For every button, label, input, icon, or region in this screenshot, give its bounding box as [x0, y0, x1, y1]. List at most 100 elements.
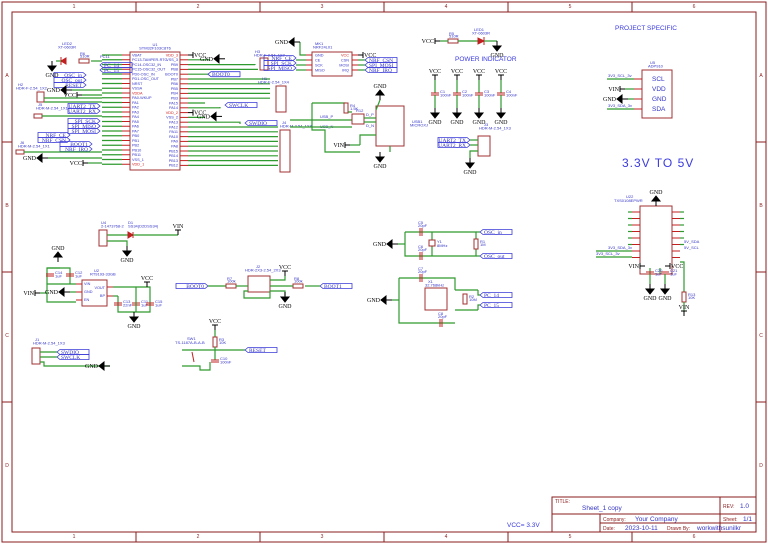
gnd-label: GND	[85, 364, 99, 370]
u5-pin-name: SCL	[652, 76, 665, 83]
power-label: VIN	[679, 305, 690, 311]
ground-icon	[491, 45, 503, 52]
gnd-label: GND	[374, 84, 388, 90]
u1-pin-name: PB4	[171, 92, 178, 96]
u1-pin-name: PB10	[132, 148, 141, 152]
value-label: 100nF	[220, 360, 232, 365]
u1-pin-name: PA15	[169, 101, 178, 105]
wire	[299, 42, 306, 56]
value-label: HDR-M-2.54_1X8	[280, 124, 313, 129]
net-label: UART2_RX	[68, 109, 96, 115]
u1-pin-name: PB15	[169, 149, 178, 153]
u1-pin-name: VSS_2	[166, 116, 178, 120]
gnd-label: GND	[367, 298, 381, 304]
value-label: 100k	[294, 279, 303, 284]
net-label: SWCLK	[61, 355, 80, 361]
ground-icon	[659, 288, 671, 295]
frame-row-label: B	[5, 203, 9, 209]
u1-part: STM32F103C8T6	[139, 46, 172, 51]
usb-connector	[375, 105, 405, 147]
nrf-pin-name: SCK	[315, 64, 323, 68]
value-label: 20pF	[418, 223, 428, 228]
value-label: HDR-M-2.54_1X1	[18, 144, 51, 149]
header-j6	[15, 149, 25, 155]
net-label: 5V_SCL	[684, 245, 700, 250]
rev-label: REV:	[723, 504, 734, 510]
frame-column-label: 1	[73, 534, 76, 540]
power-label: VCC	[495, 69, 507, 75]
ground-icon	[279, 296, 291, 303]
ground-icon	[451, 112, 463, 119]
frame-column-label: 1	[73, 4, 76, 10]
u1-pin-name: PA1	[132, 101, 139, 105]
u1-pin-name: PB11	[132, 153, 141, 157]
value-label: 8MHz	[437, 243, 447, 248]
value-label: 2-1473768-2	[101, 224, 124, 229]
net-label: RESET	[65, 83, 82, 89]
value-label: NRF24L01	[313, 45, 333, 50]
gnd-label: GND	[491, 53, 505, 59]
gnd-label: GND	[121, 258, 135, 264]
ground-icon	[644, 288, 656, 295]
ground-icon	[374, 156, 386, 163]
ground-icon	[213, 53, 220, 64]
wire	[469, 150, 478, 158]
frame-row-label: C	[5, 333, 9, 339]
value-label: TXS0108EPWR	[614, 198, 643, 203]
company-label: Company:	[603, 517, 626, 523]
ground-icon	[58, 286, 65, 298]
value-label: HDR-M-2.54_1X1	[36, 106, 69, 111]
value-label: ADP910	[648, 64, 664, 69]
u1-pin-name: PA12	[169, 125, 178, 129]
power-label: VCC	[141, 276, 153, 282]
ground-icon	[616, 93, 623, 105]
crystal-y1	[428, 239, 436, 247]
ldo-pin-name: VIN	[84, 282, 91, 286]
u1-pin-name: PB1	[132, 139, 139, 143]
company-value: Your Company	[635, 516, 679, 523]
value-label: 20pF	[418, 247, 428, 252]
u1-pin-name: PA6	[132, 125, 139, 129]
sheet-number: 1/1	[743, 516, 752, 523]
title-label: TITLE:	[555, 499, 570, 505]
frame-row-label: D	[759, 463, 763, 469]
frame-row-label: A	[5, 73, 9, 79]
net-label: UART2_RX	[438, 143, 466, 149]
u1-pin-name: PA13	[169, 121, 178, 125]
rev-value: 1.0	[740, 503, 749, 510]
net-label: BOOT0	[212, 72, 230, 78]
power-label: VCC	[70, 161, 82, 167]
value-label: 100nF	[484, 93, 496, 98]
value-label: SS34(D2DSS34)	[128, 224, 159, 229]
wire	[270, 276, 286, 281]
u1-pin-name: PA10	[169, 135, 178, 139]
wire	[182, 362, 211, 371]
gnd-label: GND	[650, 190, 664, 196]
wire	[188, 121, 241, 124]
gnd-label: GND	[373, 242, 387, 248]
u1-pin-name: PB0	[132, 134, 139, 138]
power-label: VCC	[473, 69, 485, 75]
ground-icon	[473, 112, 485, 119]
wire	[188, 107, 221, 109]
resistor-r5	[447, 38, 459, 44]
net-label: SWCLK	[229, 103, 248, 109]
sheet-title: Sheet_1 copy	[582, 505, 623, 512]
u1-pin-name: VDDA	[132, 91, 143, 95]
u1-pin-name: PA8	[171, 145, 178, 149]
power-label: VIN	[608, 87, 619, 93]
ground-icon	[374, 89, 386, 96]
power-jack-u4	[98, 229, 108, 247]
ground-icon	[36, 152, 43, 164]
ldo-pin-name: VOUT	[94, 286, 105, 290]
net-label: SPI_MISO	[268, 66, 292, 72]
value-label: XT-0603R	[472, 31, 490, 36]
power-label: VCC	[209, 319, 221, 325]
u1-pin-name: VDD_1	[132, 163, 144, 167]
resistor-r13	[681, 291, 687, 303]
resistor-r4	[343, 102, 349, 114]
value-label: HDR-F-2.54_1X2	[16, 86, 48, 91]
value-label: 100nF	[506, 93, 518, 98]
power-label: VIN	[23, 291, 34, 297]
u1-pin-name: PB7	[171, 77, 178, 81]
